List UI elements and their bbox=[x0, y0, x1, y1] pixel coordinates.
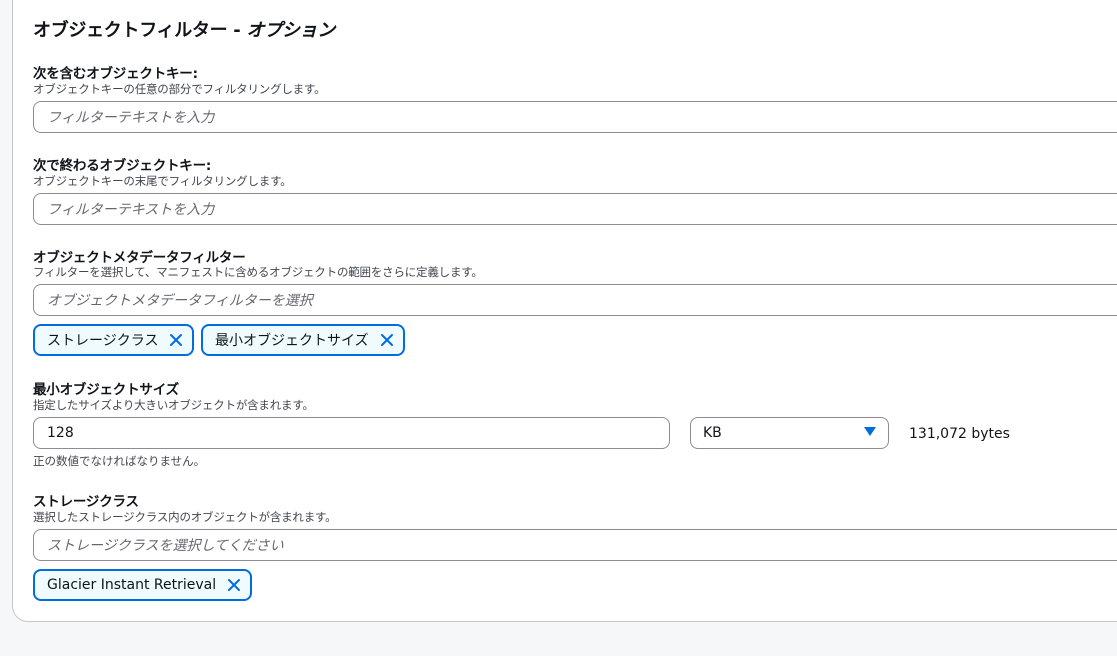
caret-down-icon bbox=[864, 425, 876, 441]
metadata-filter-placeholder: オブジェクトメタデータフィルターを選択 bbox=[47, 293, 313, 309]
storage-class-token-group: Glacier Instant Retrieval bbox=[33, 569, 633, 601]
suffix-filter-input[interactable]: フィルターテキストを入力 bbox=[33, 193, 1117, 225]
min-size-label: 最小オブジェクトサイズ bbox=[33, 382, 179, 398]
metadata-description: フィルターを選択して、マニフェストに含めるオブジェクトの範囲をさらに定義します。 bbox=[33, 265, 483, 279]
prefix-filter-input[interactable]: フィルターテキストを入力 bbox=[33, 101, 1117, 133]
min-size-value: 128 bbox=[47, 425, 74, 441]
suffix-label: 次で終わるオブジェクトキー: bbox=[33, 158, 212, 174]
suffix-filter-placeholder: フィルターテキストを入力 bbox=[47, 202, 215, 218]
token-storage-class: ストレージクラス bbox=[33, 324, 195, 356]
close-icon[interactable] bbox=[226, 577, 242, 593]
prefix-description: オブジェクトキーの任意の部分でフィルタリングします。 bbox=[33, 82, 326, 96]
min-size-description: 指定したサイズより大きいオブジェクトが含まれます。 bbox=[33, 398, 314, 412]
suffix-description: オブジェクトキーの末尾でフィルタリングします。 bbox=[33, 174, 292, 188]
token-min-object-size: 最小オブジェクトサイズ bbox=[201, 324, 405, 356]
token-glacier-instant-retrieval: Glacier Instant Retrieval bbox=[33, 569, 253, 601]
section-title-main: オブジェクトフィルター - bbox=[33, 20, 247, 41]
byte-count: 131,072 bytes bbox=[909, 426, 1010, 442]
storage-class-select[interactable]: ストレージクラスを選択してください bbox=[33, 529, 1117, 561]
close-icon[interactable] bbox=[379, 332, 395, 348]
min-size-input[interactable]: 128 bbox=[33, 417, 670, 449]
token-label: ストレージクラス bbox=[47, 333, 159, 349]
storage-class-description: 選択したストレージクラス内のオブジェクトが含まれます。 bbox=[33, 510, 337, 524]
storage-class-label: ストレージクラス bbox=[33, 494, 139, 510]
prefix-label: 次を含むオブジェクトキー: bbox=[33, 66, 198, 82]
metadata-token-group: ストレージクラス 最小オブジェクトサイズ bbox=[33, 324, 633, 356]
size-unit-select[interactable]: KB bbox=[690, 417, 889, 449]
prefix-filter-placeholder: フィルターテキストを入力 bbox=[47, 110, 215, 126]
token-label: Glacier Instant Retrieval bbox=[47, 577, 217, 593]
size-unit-value: KB bbox=[703, 425, 722, 441]
section-title-optional: オプション bbox=[246, 20, 335, 41]
section-title: オブジェクトフィルター - オプション bbox=[33, 16, 335, 42]
metadata-filter-select[interactable]: オブジェクトメタデータフィルターを選択 bbox=[33, 284, 1117, 316]
close-icon[interactable] bbox=[168, 332, 184, 348]
token-label: 最小オブジェクトサイズ bbox=[215, 333, 369, 349]
storage-class-placeholder: ストレージクラスを選択してください bbox=[47, 538, 284, 554]
min-size-constraint: 正の数値でなければなりません。 bbox=[33, 454, 206, 468]
metadata-label: オブジェクトメタデータフィルター bbox=[33, 250, 246, 266]
